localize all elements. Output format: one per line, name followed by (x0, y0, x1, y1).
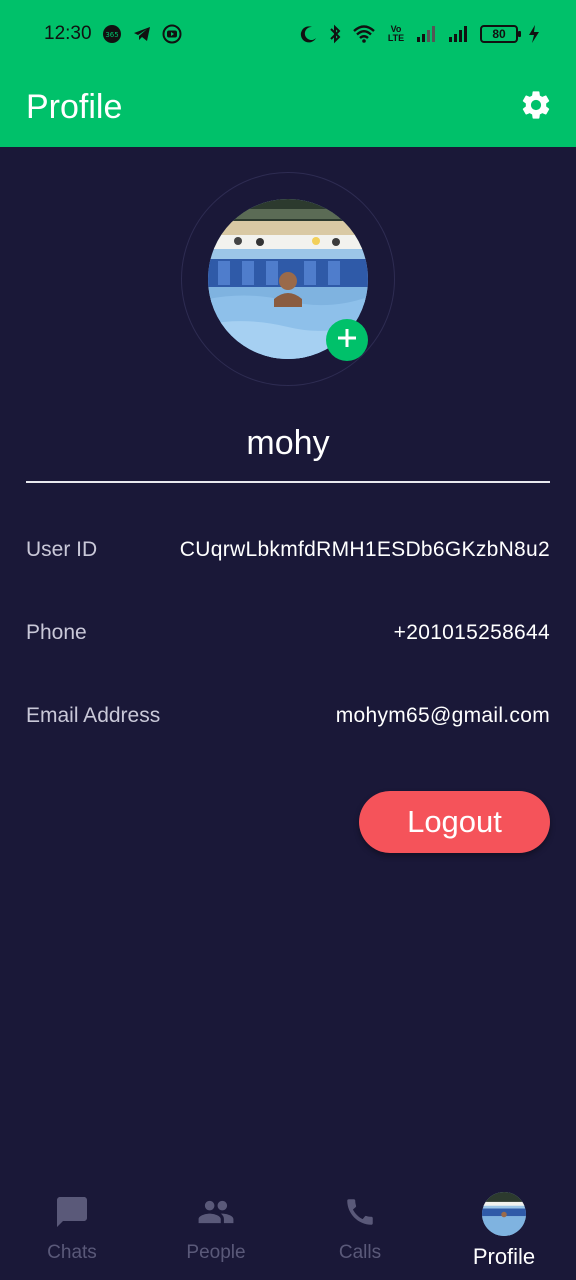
gear-icon (519, 88, 553, 127)
phone-label: Phone (26, 621, 87, 644)
user-id-label: User ID (26, 538, 98, 561)
wifi-icon (352, 24, 376, 44)
nav-label-people: People (186, 1242, 246, 1263)
info-row-phone: Phone +201015258644 (26, 613, 550, 653)
nav-label-chats: Chats (47, 1242, 97, 1263)
nav-label-profile: Profile (472, 1244, 536, 1269)
volte-icon: Vo LTE (386, 25, 406, 43)
profile-name: mohy (246, 423, 330, 462)
volte-label: Vo LTE (387, 24, 405, 43)
nav-item-people[interactable]: People (144, 1192, 288, 1264)
nav-label-calls: Calls (338, 1242, 382, 1263)
charging-icon (528, 24, 540, 44)
info-row-email: Email Address mohym65@gmail.com (26, 696, 550, 736)
email-value: mohym65@gmail.com (335, 704, 550, 727)
svg-text:365: 365 (105, 31, 118, 39)
moon-icon (300, 25, 318, 43)
notification-app-icon: 365 (102, 24, 122, 44)
status-bar: 12:30 365 Vo LTE 80 (0, 0, 576, 68)
avatar (482, 1192, 526, 1236)
status-left: 12:30 365 (44, 23, 182, 45)
youtube-icon (162, 24, 182, 44)
name-field[interactable]: mohy (26, 405, 550, 483)
plus-icon (336, 327, 358, 354)
status-right: Vo LTE 80 (300, 24, 540, 44)
telegram-icon (132, 24, 152, 44)
signal-icon (448, 25, 470, 43)
settings-button[interactable] (518, 90, 554, 126)
signal-icon (416, 25, 438, 43)
info-row-user-id: User ID CUqrwLbkmfdRMH1ESDb6GKzbN8u2 (26, 530, 550, 570)
add-photo-button[interactable] (326, 319, 368, 361)
chat-icon (52, 1192, 92, 1232)
nav-item-chats[interactable]: Chats (0, 1192, 144, 1264)
logout-button[interactable]: Logout (359, 791, 550, 853)
status-time: 12:30 (44, 23, 92, 44)
nav-item-profile[interactable]: Profile (432, 1192, 576, 1270)
battery-icon: 80 (480, 25, 521, 43)
app-bar: Profile (0, 68, 576, 147)
phone-value: +201015258644 (393, 621, 550, 644)
bluetooth-icon (328, 24, 342, 44)
phone-icon (340, 1192, 380, 1232)
user-id-value: CUqrwLbkmfdRMH1ESDb6GKzbN8u2 (179, 538, 550, 561)
people-icon (196, 1192, 236, 1232)
bottom-nav: Chats People Calls Profile (0, 1180, 576, 1280)
page-title: Profile (26, 88, 123, 126)
battery-level: 80 (492, 27, 506, 41)
email-label: Email Address (26, 704, 161, 727)
nav-item-calls[interactable]: Calls (288, 1192, 432, 1264)
